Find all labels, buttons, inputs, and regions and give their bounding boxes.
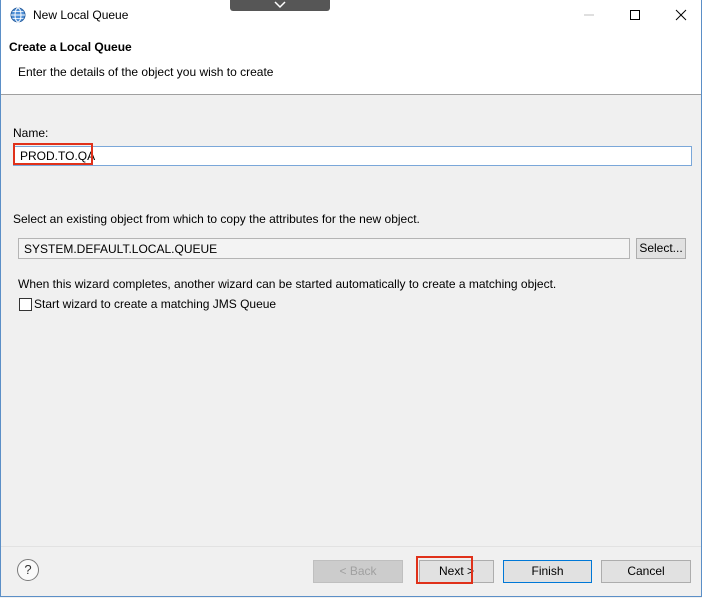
name-input[interactable]: PROD.TO.QA — [13, 146, 692, 166]
page-description: Enter the details of the object you wish… — [18, 65, 274, 79]
finish-button[interactable]: Finish — [503, 560, 592, 583]
collapse-tab[interactable] — [230, 0, 330, 11]
footer-divider — [0, 546, 702, 547]
jms-queue-checkbox[interactable] — [19, 298, 32, 311]
copy-from-label: Select an existing object from which to … — [13, 212, 420, 226]
maximize-button[interactable] — [612, 0, 658, 30]
select-button[interactable]: Select... — [636, 238, 686, 259]
name-input-value: PROD.TO.QA — [20, 149, 96, 163]
wizard-info-text: When this wizard completes, another wiza… — [18, 277, 557, 291]
jms-queue-checkbox-label[interactable]: Start wizard to create a matching JMS Qu… — [34, 297, 276, 311]
minimize-button[interactable] — [566, 0, 612, 30]
window-title: New Local Queue — [33, 8, 129, 22]
next-button[interactable]: Next > — [419, 560, 494, 583]
minimize-icon — [584, 14, 594, 16]
page-title: Create a Local Queue — [9, 40, 132, 54]
help-button[interactable]: ? — [17, 559, 39, 581]
title-bar: New Local Queue — [0, 0, 702, 30]
close-button[interactable] — [658, 0, 702, 30]
cancel-button[interactable]: Cancel — [601, 560, 691, 583]
globe-app-icon — [10, 7, 26, 23]
name-label: Name: — [13, 126, 49, 140]
copy-from-field: SYSTEM.DEFAULT.LOCAL.QUEUE — [18, 238, 630, 259]
maximize-icon — [630, 10, 640, 20]
back-button: < Back — [313, 560, 403, 583]
copy-from-value: SYSTEM.DEFAULT.LOCAL.QUEUE — [24, 242, 218, 256]
help-icon: ? — [24, 562, 32, 577]
wizard-header: Create a Local Queue Enter the details o… — [0, 30, 702, 95]
close-icon — [675, 9, 687, 21]
chevron-down-icon — [274, 1, 286, 9]
